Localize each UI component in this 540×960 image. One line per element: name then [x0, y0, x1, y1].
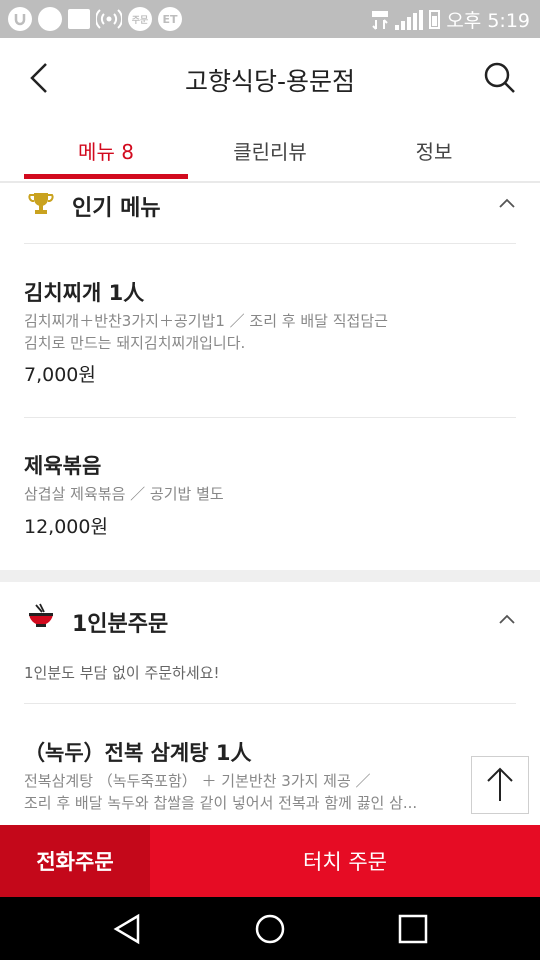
- phone-order-button[interactable]: 전화주문: [0, 825, 150, 897]
- section-header-single[interactable]: 1인분주문: [0, 593, 540, 653]
- status-left-icons: 주문 ET: [8, 7, 182, 31]
- status-right: 오후 5:19: [371, 6, 530, 33]
- tab-info[interactable]: 정보: [352, 136, 516, 165]
- scroll-to-top-button[interactable]: [471, 756, 529, 814]
- bowl-icon: [29, 603, 53, 627]
- menu-item-name: 김치찌개 1人: [24, 281, 145, 305]
- tab-bar: 메뉴 8 클린리뷰 정보: [0, 120, 540, 183]
- order-bar: 전화주문 터치 주문: [0, 825, 540, 897]
- image-icon: [68, 9, 90, 29]
- menu-item-desc-line1: 김치찌개＋반찬3가지＋공기밥1 ／ 조리 후 배달 직접담근: [24, 312, 388, 330]
- section-note: 1인분도 부담 없이 주문하세요!: [24, 664, 220, 682]
- menu-item-price: 7,000원: [24, 364, 96, 386]
- page-title: 고향식당-용문점: [184, 67, 356, 96]
- home-circle-icon[interactable]: [253, 912, 287, 946]
- menu-item-price: 12,000원: [24, 516, 108, 538]
- chevron-up-icon[interactable]: [498, 611, 516, 629]
- menu-item-desc-line2: 조리 후 배달 녹두와 찹쌀을 같이 넣어서 전복과 함께 끓인 삼...: [24, 794, 418, 812]
- menu-item[interactable]: 제육볶음 삼겹살 제육볶음 ／ 공기밥 별도 12,000원: [0, 418, 540, 568]
- search-icon: [484, 62, 515, 93]
- section-separator: [0, 570, 540, 582]
- section-title-single: 1인분주문: [72, 612, 169, 637]
- u-plus-icon: [8, 7, 32, 31]
- tab-active-indicator: [24, 174, 188, 179]
- menu-item-desc-line1: 전복삼계탕 （녹두죽포함） ＋ 기본반찬 3가지 제공 ／: [24, 772, 371, 790]
- menu-item[interactable]: （녹두）전복 삼계탕 1人 전복삼계탕 （녹두죽포함） ＋ 기본반찬 3가지 제…: [0, 704, 540, 825]
- data-transfer-icon: [372, 10, 389, 30]
- circle-icon: [38, 7, 62, 31]
- menu-item[interactable]: 김치찌개 1人 김치찌개＋반찬3가지＋공기밥1 ／ 조리 후 배달 직접담근 김…: [0, 244, 540, 416]
- section-header-popular[interactable]: 인기 메뉴: [0, 183, 540, 243]
- search-button[interactable]: [480, 58, 520, 98]
- status-bar: 주문 ET 오후 5:19: [0, 0, 540, 38]
- wifi-hotspot-icon: [96, 9, 122, 29]
- menu-item-desc-line1: 삼겹살 제육볶음 ／ 공기밥 별도: [24, 485, 224, 503]
- touch-order-button[interactable]: 터치 주문: [150, 825, 540, 897]
- et-icon: ET: [158, 7, 182, 31]
- battery-icon: [429, 10, 441, 29]
- system-nav-bar: [0, 897, 540, 960]
- menu-content: 인기 메뉴 김치찌개 1人 김치찌개＋반찬3가지＋공기밥1 ／ 조리 후 배달 …: [0, 183, 540, 825]
- status-time: 오후 5:19: [446, 10, 530, 32]
- app-header: 고향식당-용문점: [0, 38, 540, 120]
- order-notification-icon: 주문: [128, 7, 152, 31]
- menu-item-name: （녹두）전복 삼계탕 1人: [24, 741, 252, 765]
- menu-item-desc-line2: 김치로 만드는 돼지김치찌개입니다.: [24, 334, 246, 352]
- chevron-up-icon[interactable]: [498, 195, 516, 213]
- trophy-icon: [28, 193, 54, 214]
- recents-square-icon[interactable]: [396, 912, 430, 946]
- menu-item-name: 제육볶음: [24, 454, 102, 478]
- arrow-up-icon: [487, 767, 513, 801]
- signal-icon: [395, 9, 424, 30]
- back-triangle-icon[interactable]: [110, 912, 144, 946]
- tab-clean-review[interactable]: 클린리뷰: [188, 136, 352, 165]
- tab-menu[interactable]: 메뉴 8: [24, 136, 188, 165]
- section-title-popular: 인기 메뉴: [72, 196, 161, 221]
